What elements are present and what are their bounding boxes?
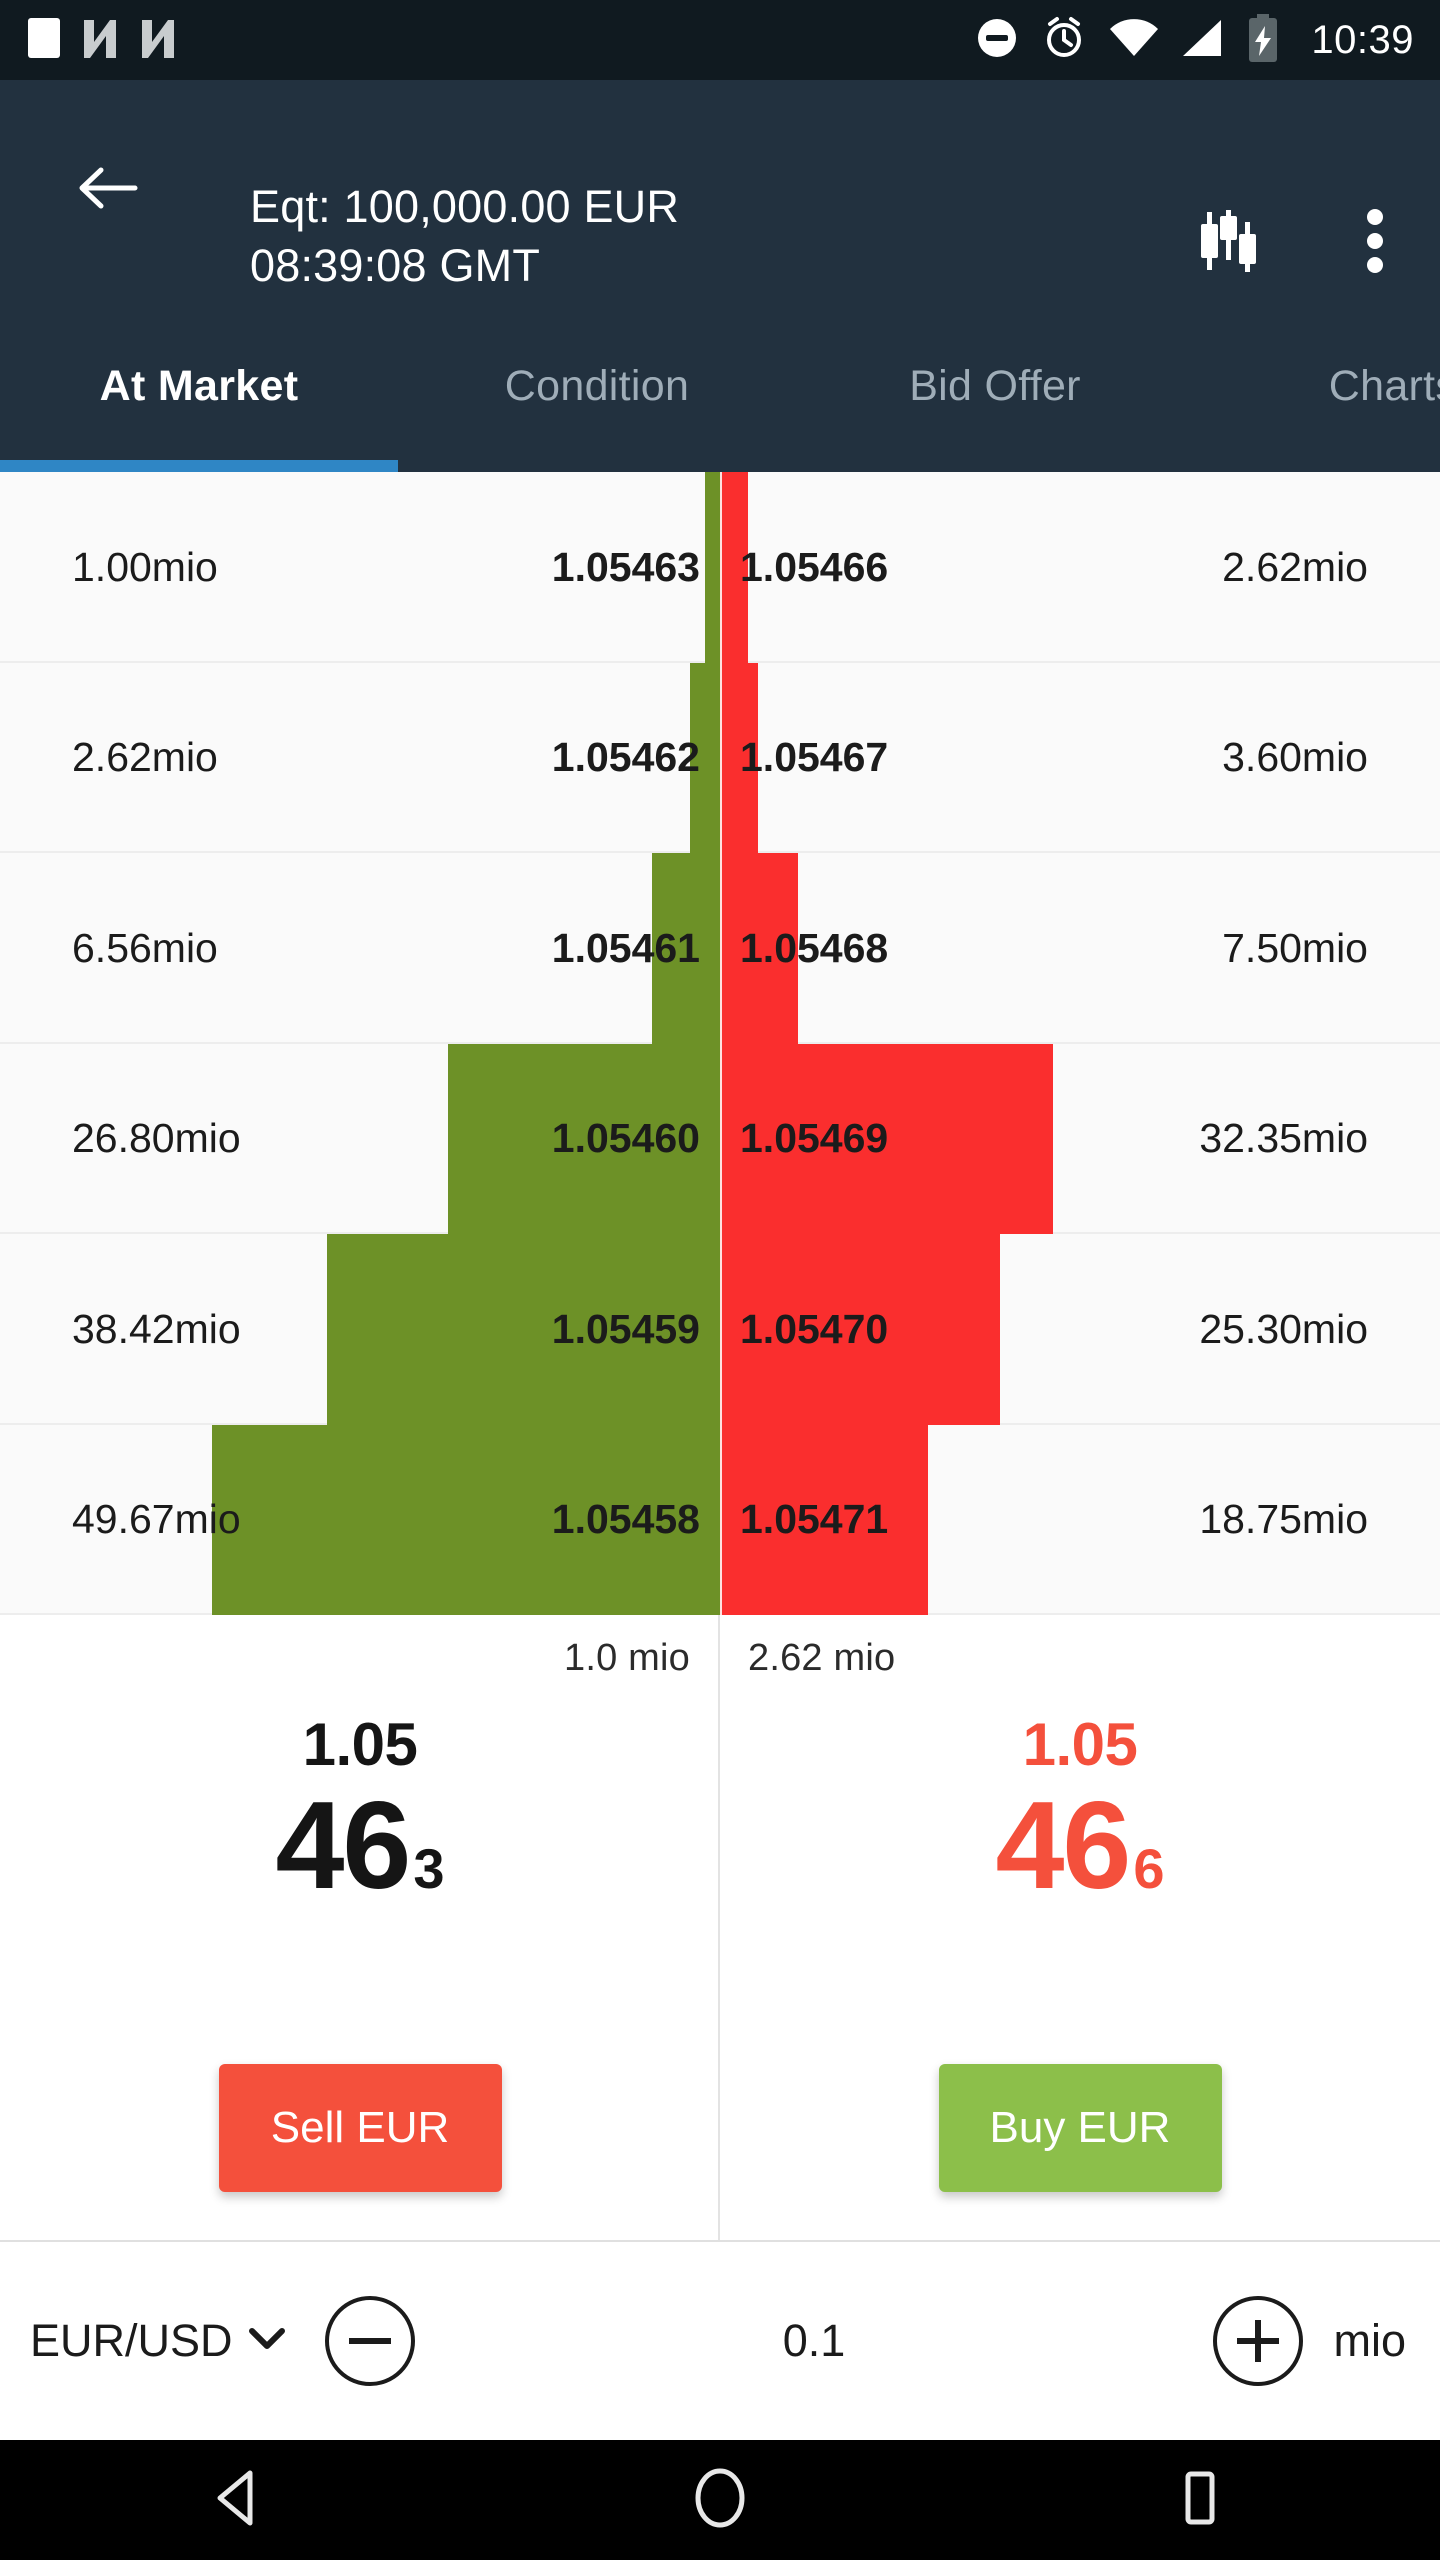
- ladder-row[interactable]: 2.62mio 1.05462 1.05467 3.60mio: [0, 662, 1440, 854]
- ladder-row[interactable]: 49.67mio 1.05458 1.05471 18.75mio: [0, 1424, 1440, 1616]
- buy-eur-button[interactable]: Buy EUR: [938, 2064, 1222, 2192]
- sell-volume-label: 1.0 mio: [563, 1637, 690, 1679]
- amount-unit-label: mio: [1333, 2315, 1406, 2366]
- ask-price[interactable]: 1.05470: [740, 1234, 888, 1425]
- tab-bid-offer[interactable]: Bid Offer: [796, 300, 1194, 472]
- bid-price[interactable]: 1.05462: [552, 663, 700, 854]
- quote-panel: 1.0 mio 1.05 46 3 Sell EUR 2.62 mio 1.05…: [0, 1615, 1440, 2240]
- tab-at-market[interactable]: At Market: [0, 300, 398, 472]
- nav-back-triangle-icon: [214, 2469, 266, 2532]
- equity-title: Eqt: 100,000.00 EUR: [250, 181, 680, 232]
- ladder-row[interactable]: 1.00mio 1.05463 1.05466 2.62mio: [0, 472, 1440, 663]
- minus-circle-icon: [348, 2338, 391, 2344]
- trading-app-screen: 10:39 Eqt: 100,000.00 EUR 08:39:08 GMT A…: [0, 0, 1440, 2560]
- tab-condition[interactable]: Condition: [398, 300, 796, 472]
- do-not-disturb-icon: [975, 16, 1019, 65]
- notification-square-icon: [26, 16, 62, 65]
- ask-volume: 7.50mio: [1222, 924, 1368, 971]
- ask-volume: 3.60mio: [1222, 734, 1368, 781]
- decrement-amount-button[interactable]: [324, 2296, 415, 2386]
- ask-volume: 18.75mio: [1199, 1496, 1368, 1543]
- wifi-icon: [1109, 18, 1159, 63]
- nav-back-button[interactable]: [0, 2440, 480, 2560]
- tab-at-market-label: At Market: [99, 361, 299, 410]
- nav-home-circle-icon: [691, 2467, 749, 2534]
- bid-price[interactable]: 1.05460: [552, 1044, 700, 1235]
- bid-price[interactable]: 1.05458: [552, 1425, 700, 1616]
- tab-active-indicator: [0, 460, 398, 472]
- ask-volume: 32.35mio: [1199, 1115, 1368, 1162]
- plus-circle-icon-vertical: [1255, 2320, 1262, 2362]
- bid-volume: 49.67mio: [72, 1496, 241, 1543]
- sell-price-pip: 3: [413, 1837, 445, 1901]
- bid-volume: 6.56mio: [72, 924, 218, 971]
- ask-price[interactable]: 1.05469: [740, 1044, 888, 1235]
- tab-charts[interactable]: Charts: [1194, 300, 1440, 472]
- ask-price[interactable]: 1.05466: [740, 472, 888, 663]
- sell-price-big: 1.05: [302, 1711, 418, 1778]
- bid-volume: 38.42mio: [72, 1305, 241, 1352]
- bid-price[interactable]: 1.05463: [552, 472, 700, 663]
- nav-recents-button[interactable]: [960, 2440, 1440, 2560]
- app-bar: Eqt: 100,000.00 EUR 08:39:08 GMT: [0, 80, 1440, 300]
- buy-side-panel: 2.62 mio 1.05 46 6 Buy EUR: [720, 1615, 1440, 2240]
- app-bar-actions: [1184, 198, 1420, 288]
- sell-side-panel: 1.0 mio 1.05 46 3 Sell EUR: [0, 1615, 720, 2240]
- buy-price-big: 1.05: [1022, 1711, 1138, 1778]
- sell-price-display[interactable]: 1.05 46 3: [0, 1711, 720, 1915]
- tab-bid-offer-label: Bid Offer: [909, 361, 1081, 410]
- bid-price[interactable]: 1.05461: [552, 853, 700, 1044]
- tab-bar: At Market Condition Bid Offer Charts: [0, 300, 1440, 472]
- nav-home-button[interactable]: [480, 2440, 960, 2560]
- ask-price[interactable]: 1.05471: [740, 1425, 888, 1616]
- status-bar-clock: 10:39: [1311, 17, 1414, 62]
- status-bar-left-icons: [26, 16, 178, 65]
- back-button[interactable]: [60, 142, 156, 238]
- n-logo-icon: [138, 16, 178, 65]
- buy-price-display[interactable]: 1.05 46 6: [720, 1711, 1440, 1915]
- sell-price-main: 46: [275, 1777, 411, 1915]
- battery-charging-icon: [1247, 13, 1279, 67]
- buy-price-main: 46: [995, 1777, 1131, 1915]
- increment-amount-button[interactable]: [1213, 2296, 1304, 2386]
- nav-recents-square-icon: [1175, 2470, 1225, 2531]
- cellular-signal-icon: [1181, 18, 1225, 63]
- app-bar-titles: Eqt: 100,000.00 EUR 08:39:08 GMT: [250, 180, 679, 292]
- status-bar-right-icons: 10:39: [975, 13, 1414, 67]
- currency-pair-selector[interactable]: EUR/USD: [30, 2315, 285, 2367]
- bid-volume: 2.62mio: [72, 734, 218, 781]
- more-vertical-icon: [1366, 208, 1384, 279]
- currency-pair-label: EUR/USD: [30, 2315, 233, 2366]
- market-depth-ladder: 1.00mio 1.05463 1.05466 2.62mio 2.62mio …: [0, 472, 1440, 1615]
- gmt-time-subtitle: 08:39:08 GMT: [250, 240, 541, 292]
- amount-value[interactable]: 0.1: [415, 2315, 1214, 2367]
- bid-depth-bar: [705, 472, 720, 663]
- n-logo-icon: [80, 16, 120, 65]
- buy-volume-label: 2.62 mio: [748, 1637, 896, 1679]
- ask-volume: 2.62mio: [1222, 543, 1368, 590]
- bid-price[interactable]: 1.05459: [552, 1234, 700, 1425]
- tab-condition-label: Condition: [504, 361, 690, 410]
- candlestick-chart-icon: [1198, 208, 1260, 279]
- tab-charts-label: Charts: [1328, 361, 1440, 410]
- android-navigation-bar: [0, 2440, 1440, 2560]
- ask-volume: 25.30mio: [1199, 1305, 1368, 1352]
- ask-price[interactable]: 1.05467: [740, 663, 888, 854]
- ask-price[interactable]: 1.05468: [740, 853, 888, 1044]
- ladder-row[interactable]: 6.56mio 1.05461 1.05468 7.50mio: [0, 853, 1440, 1044]
- overflow-menu-button[interactable]: [1330, 198, 1420, 288]
- sell-eur-button[interactable]: Sell EUR: [218, 2064, 502, 2192]
- amount-control-bar: EUR/USD 0.1 mio: [0, 2240, 1440, 2440]
- alarm-icon: [1041, 15, 1087, 66]
- back-arrow-icon: [77, 163, 139, 218]
- bid-volume: 26.80mio: [72, 1115, 241, 1162]
- ladder-row[interactable]: 26.80mio 1.05460 1.05469 32.35mio: [0, 1043, 1440, 1235]
- status-bar: 10:39: [0, 0, 1440, 80]
- chevron-down-icon: [248, 2327, 285, 2356]
- buy-price-pip: 6: [1133, 1837, 1165, 1901]
- bid-volume: 1.00mio: [72, 543, 218, 590]
- chart-toggle-button[interactable]: [1184, 198, 1274, 288]
- ladder-row[interactable]: 38.42mio 1.05459 1.05470 25.30mio: [0, 1234, 1440, 1425]
